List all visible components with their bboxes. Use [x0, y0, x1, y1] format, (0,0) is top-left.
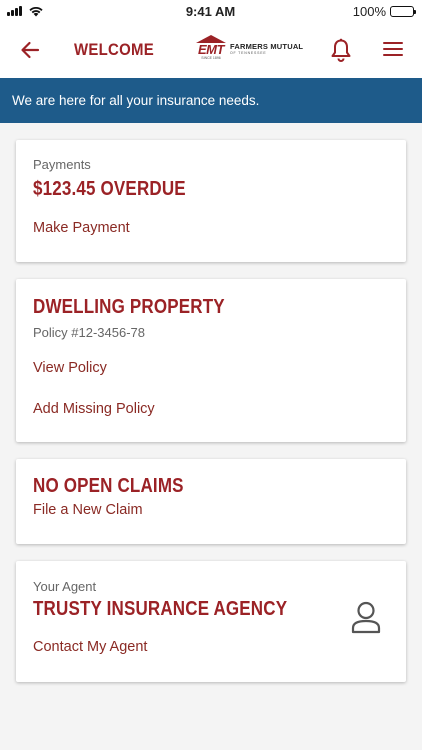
- wifi-icon: [29, 6, 43, 16]
- logo-since: SINCE 1896: [201, 56, 221, 60]
- status-right: 100%: [294, 3, 416, 19]
- status-time: 9:41 AM: [185, 3, 236, 19]
- agent-label: Your Agent: [33, 579, 97, 594]
- logo-abbr: EMT: [198, 42, 224, 57]
- payment-amount: $123.45 OVERDUE: [33, 178, 186, 200]
- signal-icon: [7, 6, 22, 16]
- agent-name: TRUSTY INSURANCE AGENCY: [33, 598, 288, 620]
- contact-agent-link[interactable]: Contact My Agent: [33, 639, 389, 655]
- claims-heading: NO OPEN CLAIMS: [33, 475, 184, 497]
- logo-name: FARMERS MUTUAL: [230, 41, 304, 51]
- status-left: [7, 6, 127, 17]
- back-arrow-icon: [21, 41, 40, 59]
- page-title: WELCOME: [74, 40, 154, 59]
- status-bar: 9:41 AM 100%: [0, 0, 422, 22]
- payments-card: Payments $123.45 OVERDUE Make Payment: [16, 140, 406, 262]
- policy-number: Policy #12-3456-78: [33, 325, 146, 340]
- logo-sub: OF TENNESSEE: [230, 50, 267, 55]
- hamburger-menu-icon: [383, 42, 403, 56]
- info-banner: We are here for all your insurance needs…: [0, 78, 422, 123]
- logo-mark: EMT SINCE 1896: [195, 35, 227, 61]
- person-icon: [351, 601, 381, 634]
- back-button[interactable]: [18, 38, 42, 62]
- notifications-button[interactable]: [330, 38, 352, 62]
- view-policy-link[interactable]: View Policy: [33, 360, 389, 376]
- agent-card: Your Agent TRUSTY INSURANCE AGENCY Conta…: [16, 561, 406, 682]
- menu-button[interactable]: [383, 40, 403, 58]
- add-missing-policy-link[interactable]: Add Missing Policy: [33, 401, 389, 417]
- payments-label: Payments: [33, 157, 91, 172]
- make-payment-link[interactable]: Make Payment: [33, 220, 130, 236]
- battery-percent: 100%: [352, 3, 386, 19]
- brand-logo[interactable]: EMT SINCE 1896 FARMERS MUTUAL OF TENNESS…: [195, 35, 303, 61]
- app-header: WELCOME EMT SINCE 1896 FARMERS MUTUAL OF…: [0, 22, 422, 78]
- bell-icon: [331, 38, 351, 62]
- banner-text: We are here for all your insurance needs…: [12, 93, 260, 108]
- dwelling-heading: DWELLING PROPERTY: [33, 296, 225, 318]
- file-claim-link[interactable]: File a New Claim: [33, 502, 389, 518]
- main-content: Payments $123.45 OVERDUE Make Payment DW…: [0, 123, 422, 682]
- logo-text: FARMERS MUTUAL OF TENNESSEE: [230, 42, 303, 55]
- battery-icon: [390, 5, 416, 17]
- dwelling-policy-card: DWELLING PROPERTY Policy #12-3456-78 Vie…: [16, 279, 406, 442]
- claims-card: NO OPEN CLAIMS File a New Claim: [16, 459, 406, 544]
